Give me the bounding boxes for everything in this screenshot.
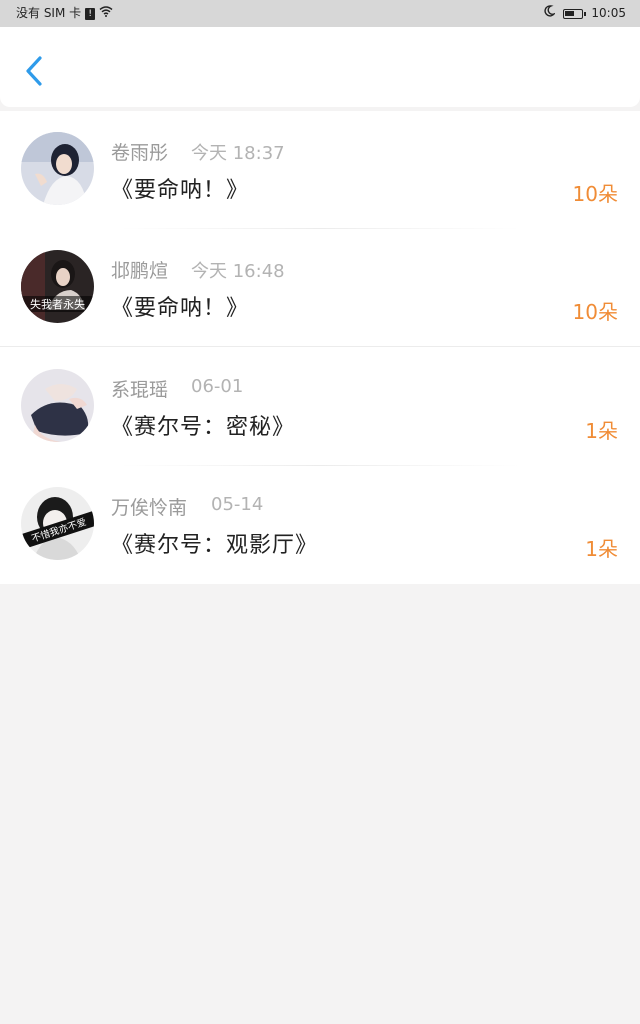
battery-icon [563, 8, 587, 19]
flower-count: 10朵 [572, 182, 618, 206]
status-bar: 没有 SIM 卡 ! 10:05 [0, 0, 640, 27]
back-button[interactable] [20, 53, 48, 89]
sender-name: 系琨瑶 [111, 379, 169, 401]
top-nav-bar [0, 27, 640, 107]
flower-count: 1朵 [585, 419, 618, 443]
list-item[interactable]: 失我者永失 邶鹏煊 今天 16:48 《要命呐！》 10朵 [0, 229, 640, 347]
list-item[interactable]: 卷雨彤 今天 18:37 《要命呐！》 10朵 [0, 111, 640, 229]
avatar[interactable]: 不惜我亦不爱 [21, 487, 94, 560]
clock-time: 10:05 [591, 6, 626, 20]
avatar[interactable]: 失我者永失 [21, 250, 94, 323]
moon-icon [544, 0, 557, 27]
sender-name: 邶鹏煊 [111, 260, 169, 282]
gift-list: 卷雨彤 今天 18:37 《要命呐！》 10朵 失我者永失 邶鹏煊 今天 16:… [0, 111, 640, 584]
list-item[interactable]: 不惜我亦不爱 万俟怜南 05-14 《赛尔号：观影厅》 1朵 [0, 466, 640, 584]
avatar[interactable] [21, 369, 94, 442]
list-item[interactable]: 系琨瑶 06-01 《赛尔号：密秘》 1朵 [0, 348, 640, 466]
work-title[interactable]: 《赛尔号：密秘》 [111, 409, 295, 441]
work-title[interactable]: 《要命呐！》 [111, 172, 249, 204]
wifi-icon [99, 0, 113, 27]
gift-time: 06-01 [191, 376, 244, 397]
sender-name: 万俟怜南 [111, 497, 188, 519]
gift-time: 05-14 [211, 494, 264, 515]
flower-count: 1朵 [585, 537, 618, 561]
avatar-caption: 失我者永失 [30, 297, 85, 311]
divider [0, 346, 640, 347]
carrier-text: 没有 SIM 卡 [16, 6, 82, 20]
work-title[interactable]: 《要命呐！》 [111, 290, 249, 322]
gift-time: 今天 18:37 [191, 143, 285, 164]
flower-count: 10朵 [572, 300, 618, 324]
sim-alert-icon: ! [85, 7, 96, 20]
sender-name: 卷雨彤 [111, 142, 169, 164]
avatar[interactable] [21, 132, 94, 205]
gift-time: 今天 16:48 [191, 261, 285, 282]
work-title[interactable]: 《赛尔号：观影厅》 [111, 527, 318, 559]
chevron-left-icon [26, 56, 42, 86]
